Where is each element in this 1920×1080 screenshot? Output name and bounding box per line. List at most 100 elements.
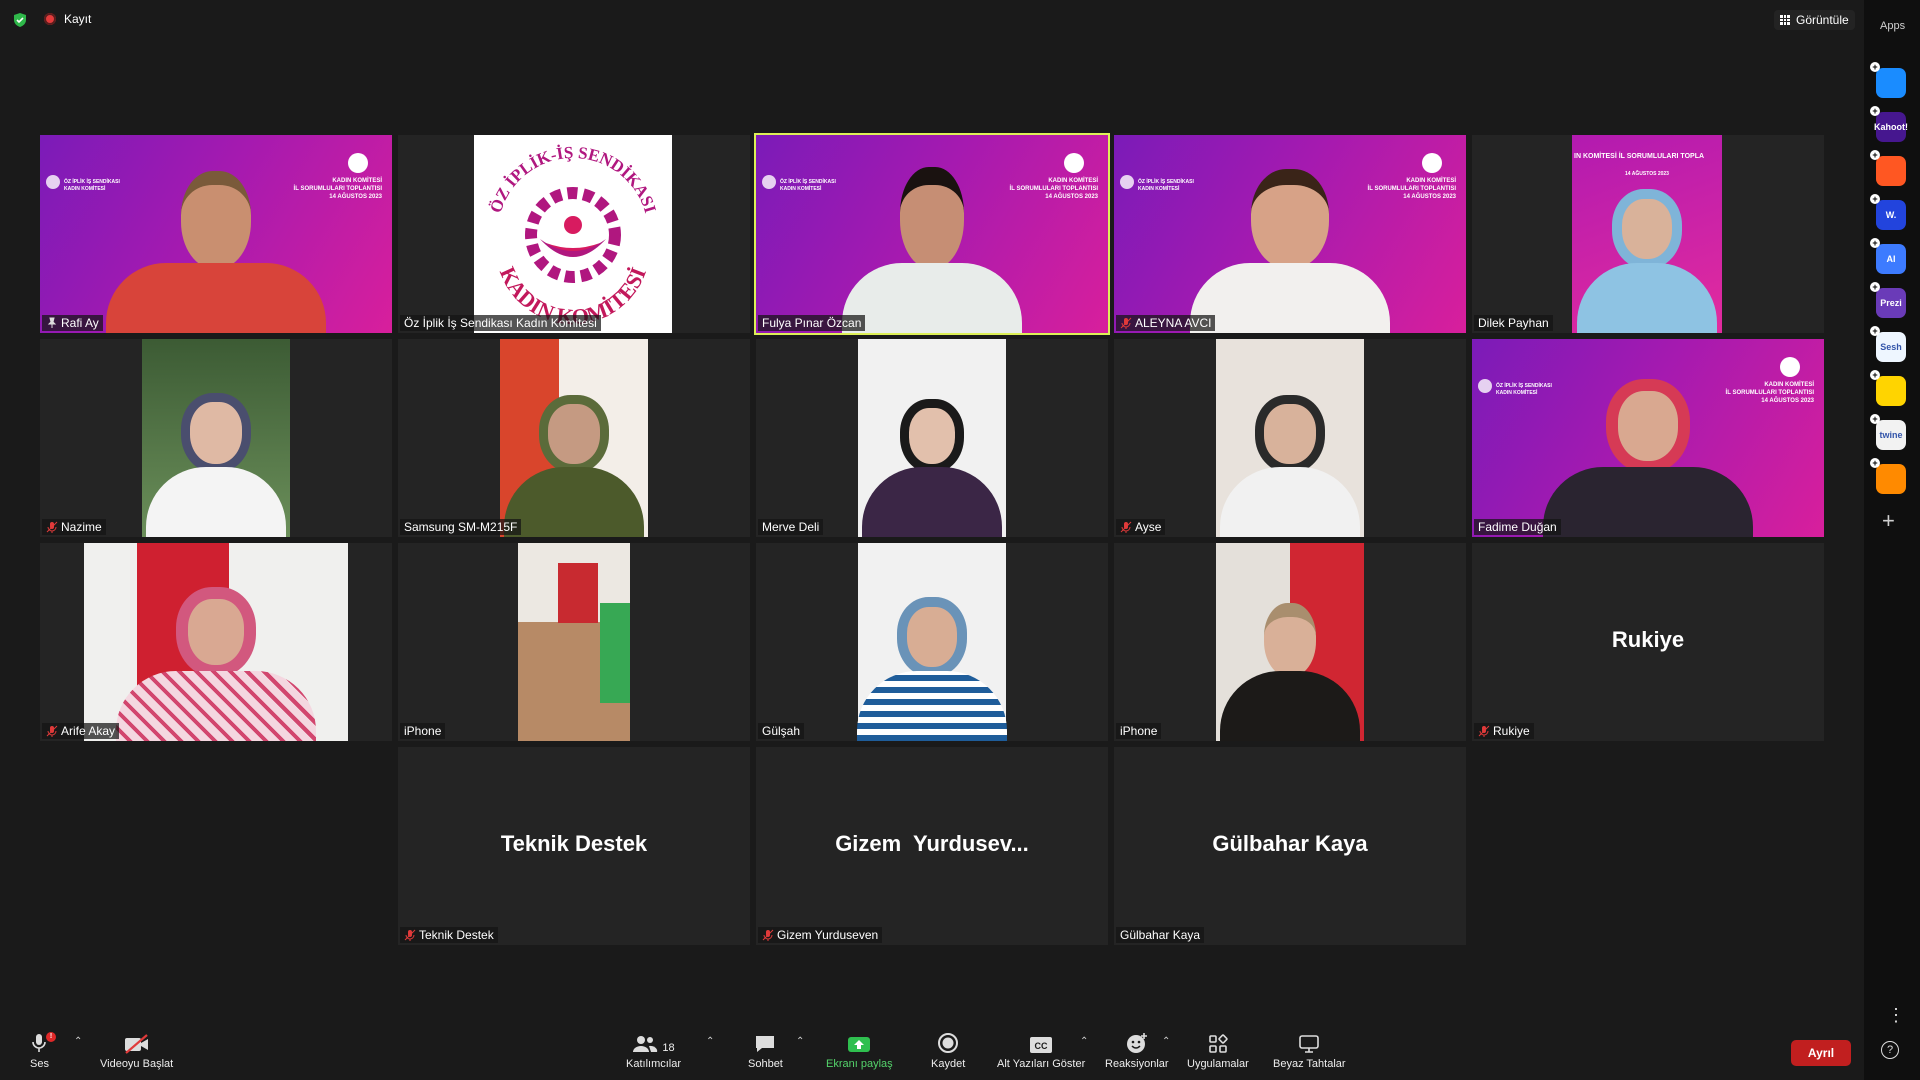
reactions-button[interactable]: Reaksiyonlar: [1105, 1032, 1169, 1070]
add-app-plus-icon[interactable]: +: [1870, 414, 1880, 424]
app-prezi-icon[interactable]: Prezi +: [1870, 282, 1906, 318]
participant-tile[interactable]: Ayse: [1114, 339, 1466, 537]
participant-tile[interactable]: Arife Akay: [40, 543, 392, 741]
whiteboards-button[interactable]: Beyaz Tahtalar: [1273, 1032, 1346, 1070]
union-logo-icon: [762, 175, 776, 189]
participant-name-tag: Gizem Yurduseven: [758, 927, 883, 943]
app-twine-icon[interactable]: twine +: [1870, 414, 1906, 450]
participant-tile[interactable]: iPhone: [398, 543, 750, 741]
recording-indicator[interactable]: Kayıt: [44, 12, 91, 26]
audio-options-caret-icon[interactable]: ⌃: [74, 1036, 82, 1047]
participant-tile[interactable]: ÖZ İPLİK-İŞ SENDİKASI KADIN KOMİTESİ Öz …: [398, 135, 750, 333]
captions-button[interactable]: CC Alt Yazıları Göster: [997, 1032, 1085, 1070]
reactions-options-caret-icon[interactable]: ⌃: [1162, 1036, 1170, 1047]
app-label: Sesh: [1880, 342, 1902, 352]
participant-tile[interactable]: KADIN KOMİTESİ İL SORUMLULARI TOPLANTISI 1…: [40, 135, 392, 333]
whiteboards-label: Beyaz Tahtalar: [1273, 1058, 1346, 1070]
closed-captions-icon: CC: [1030, 1037, 1053, 1053]
add-app-plus-icon[interactable]: +: [1870, 106, 1880, 116]
app-kahoot--icon[interactable]: Kahoot! +: [1870, 106, 1908, 142]
app-flip-icon[interactable]: +: [1870, 62, 1906, 98]
captions-label: Alt Yazıları Göster: [997, 1058, 1086, 1070]
app-tomato-icon[interactable]: +: [1870, 150, 1906, 186]
participant-tile[interactable]: KADIN KOMİTESİ İL SORUMLULARI TOPLANTISI 1…: [1472, 339, 1824, 537]
participant-name-tag: Fadime Duğan: [1474, 519, 1561, 535]
security-shield-icon[interactable]: [12, 12, 28, 28]
muted-mic-icon: [1478, 725, 1490, 737]
participant-tile-active-speaker[interactable]: KADIN KOMİTESİ İL SORUMLULARI TOPLANTISI 1…: [754, 133, 1110, 335]
participant-video: [842, 167, 1022, 333]
app-sesh-icon[interactable]: Sesh +: [1870, 326, 1906, 362]
participants-button[interactable]: 18 Katılımcılar: [626, 1032, 681, 1070]
virtual-background: KADIN KOMİTESİ İL SORUMLULARI TOPLANTISI 1…: [1114, 135, 1466, 333]
add-app-icon[interactable]: +: [1882, 508, 1895, 534]
participant-name-tag: Öz İplik İş Sendikası Kadın Komitesi: [400, 315, 601, 331]
apps-button[interactable]: Uygulamalar: [1187, 1032, 1249, 1070]
app-multi-app-icon[interactable]: +: [1870, 458, 1906, 494]
participant-video: [1216, 339, 1364, 537]
chat-button[interactable]: Sohbet: [748, 1032, 783, 1070]
add-app-plus-icon[interactable]: +: [1870, 194, 1880, 204]
participants-options-caret-icon[interactable]: ⌃: [706, 1036, 714, 1047]
record-button[interactable]: Kaydet: [931, 1032, 965, 1070]
participant-video: [500, 339, 648, 537]
pin-icon: [47, 317, 57, 328]
audio-warning-badge: !: [46, 1032, 56, 1042]
app-ai-assistant-icon[interactable]: AI +: [1870, 238, 1906, 274]
participant-name-tag: Gülbahar Kaya: [1116, 927, 1205, 943]
participant-tile[interactable]: Samsung SM-M215F: [398, 339, 750, 537]
participant-name-tag: Fulya Pınar Özcan: [758, 315, 866, 331]
participant-tile[interactable]: Teknik Destek Teknik Destek: [398, 747, 750, 945]
virtual-background: KADIN KOMİTESİ İL SORUMLULARI TOPLANTISI 1…: [40, 135, 392, 333]
help-icon[interactable]: ?: [1881, 1041, 1899, 1059]
add-app-plus-icon[interactable]: +: [1870, 458, 1880, 468]
record-dot-icon: [44, 13, 56, 25]
more-options-icon[interactable]: ⋮: [1887, 1005, 1905, 1026]
svg-text:ÖZ İPLİK-İŞ SENDİKASI: ÖZ İPLİK-İŞ SENDİKASI: [486, 143, 660, 216]
participant-tile[interactable]: Gizem Yurdusev... Gizem Yurduseven: [756, 747, 1108, 945]
add-app-plus-icon[interactable]: +: [1870, 238, 1880, 248]
participant-name-tag: Arife Akay: [42, 723, 120, 739]
app-emoji-app-icon[interactable]: +: [1870, 370, 1906, 406]
committee-logo-graphic: ÖZ İPLİK-İŞ SENDİKASI KADIN KOMİTESİ: [486, 143, 660, 330]
participant-tile[interactable]: Gülbahar Kaya Gülbahar Kaya: [1114, 747, 1466, 945]
participant-video: [1190, 169, 1390, 333]
participants-count: 18: [662, 1042, 675, 1054]
participant-tile[interactable]: Gülşah: [756, 543, 1108, 741]
app-label: AI: [1886, 254, 1896, 264]
participant-video: IN KOMİTESİ İL SORUMLULARI TOPLA 14 AĞUS…: [1572, 135, 1722, 333]
add-app-plus-icon[interactable]: +: [1870, 62, 1880, 72]
add-app-plus-icon[interactable]: +: [1870, 326, 1880, 336]
participant-tile[interactable]: Rukiye Rukiye: [1472, 543, 1824, 741]
participant-video: [518, 543, 630, 741]
participant-name: Öz İplik İş Sendikası Kadın Komitesi: [404, 316, 597, 330]
whiteboard-icon: [1299, 1035, 1320, 1053]
add-app-plus-icon[interactable]: +: [1870, 282, 1880, 292]
participant-tile[interactable]: KADIN KOMİTESİ İL SORUMLULARI TOPLANTISI 1…: [1114, 135, 1466, 333]
committee-logo-icon: [1422, 153, 1442, 173]
participant-tile[interactable]: iPhone: [1114, 543, 1466, 741]
captions-options-caret-icon[interactable]: ⌃: [1080, 1036, 1088, 1047]
participant-tile[interactable]: IN KOMİTESİ İL SORUMLULARI TOPLA 14 AĞUS…: [1472, 135, 1824, 333]
participant-display-name: Rukiye: [1611, 627, 1685, 652]
participant-name: Samsung SM-M215F: [404, 520, 518, 534]
share-screen-button[interactable]: Ekranı paylaş: [826, 1032, 893, 1070]
add-app-plus-icon[interactable]: +: [1870, 150, 1880, 160]
view-button[interactable]: Görüntüle: [1774, 10, 1855, 30]
participant-tile[interactable]: Merve Deli: [756, 339, 1108, 537]
committee-logo-icon: [1780, 357, 1800, 377]
reactions-label: Reaksiyonlar: [1105, 1058, 1169, 1070]
union-logo-icon: [46, 175, 60, 189]
app-wooclap-icon[interactable]: W. +: [1870, 194, 1906, 230]
chat-options-caret-icon[interactable]: ⌃: [796, 1036, 804, 1047]
share-screen-icon: [848, 1037, 871, 1052]
start-video-button[interactable]: Videoyu Başlat: [100, 1032, 173, 1070]
participant-tile[interactable]: Nazime: [40, 339, 392, 537]
leave-button[interactable]: Ayrıl: [1791, 1040, 1851, 1066]
muted-mic-icon: [46, 521, 58, 533]
banner-crop-title: IN KOMİTESİ İL SORUMLULARI TOPLA: [1574, 153, 1705, 160]
participant-video: [84, 543, 348, 741]
add-app-plus-icon[interactable]: +: [1870, 370, 1880, 380]
reactions-smiley-icon: [1126, 1033, 1147, 1053]
banner-text: KADIN KOMİTESİ İL SORUMLULARI TOPLANTISI 1…: [1009, 178, 1098, 200]
